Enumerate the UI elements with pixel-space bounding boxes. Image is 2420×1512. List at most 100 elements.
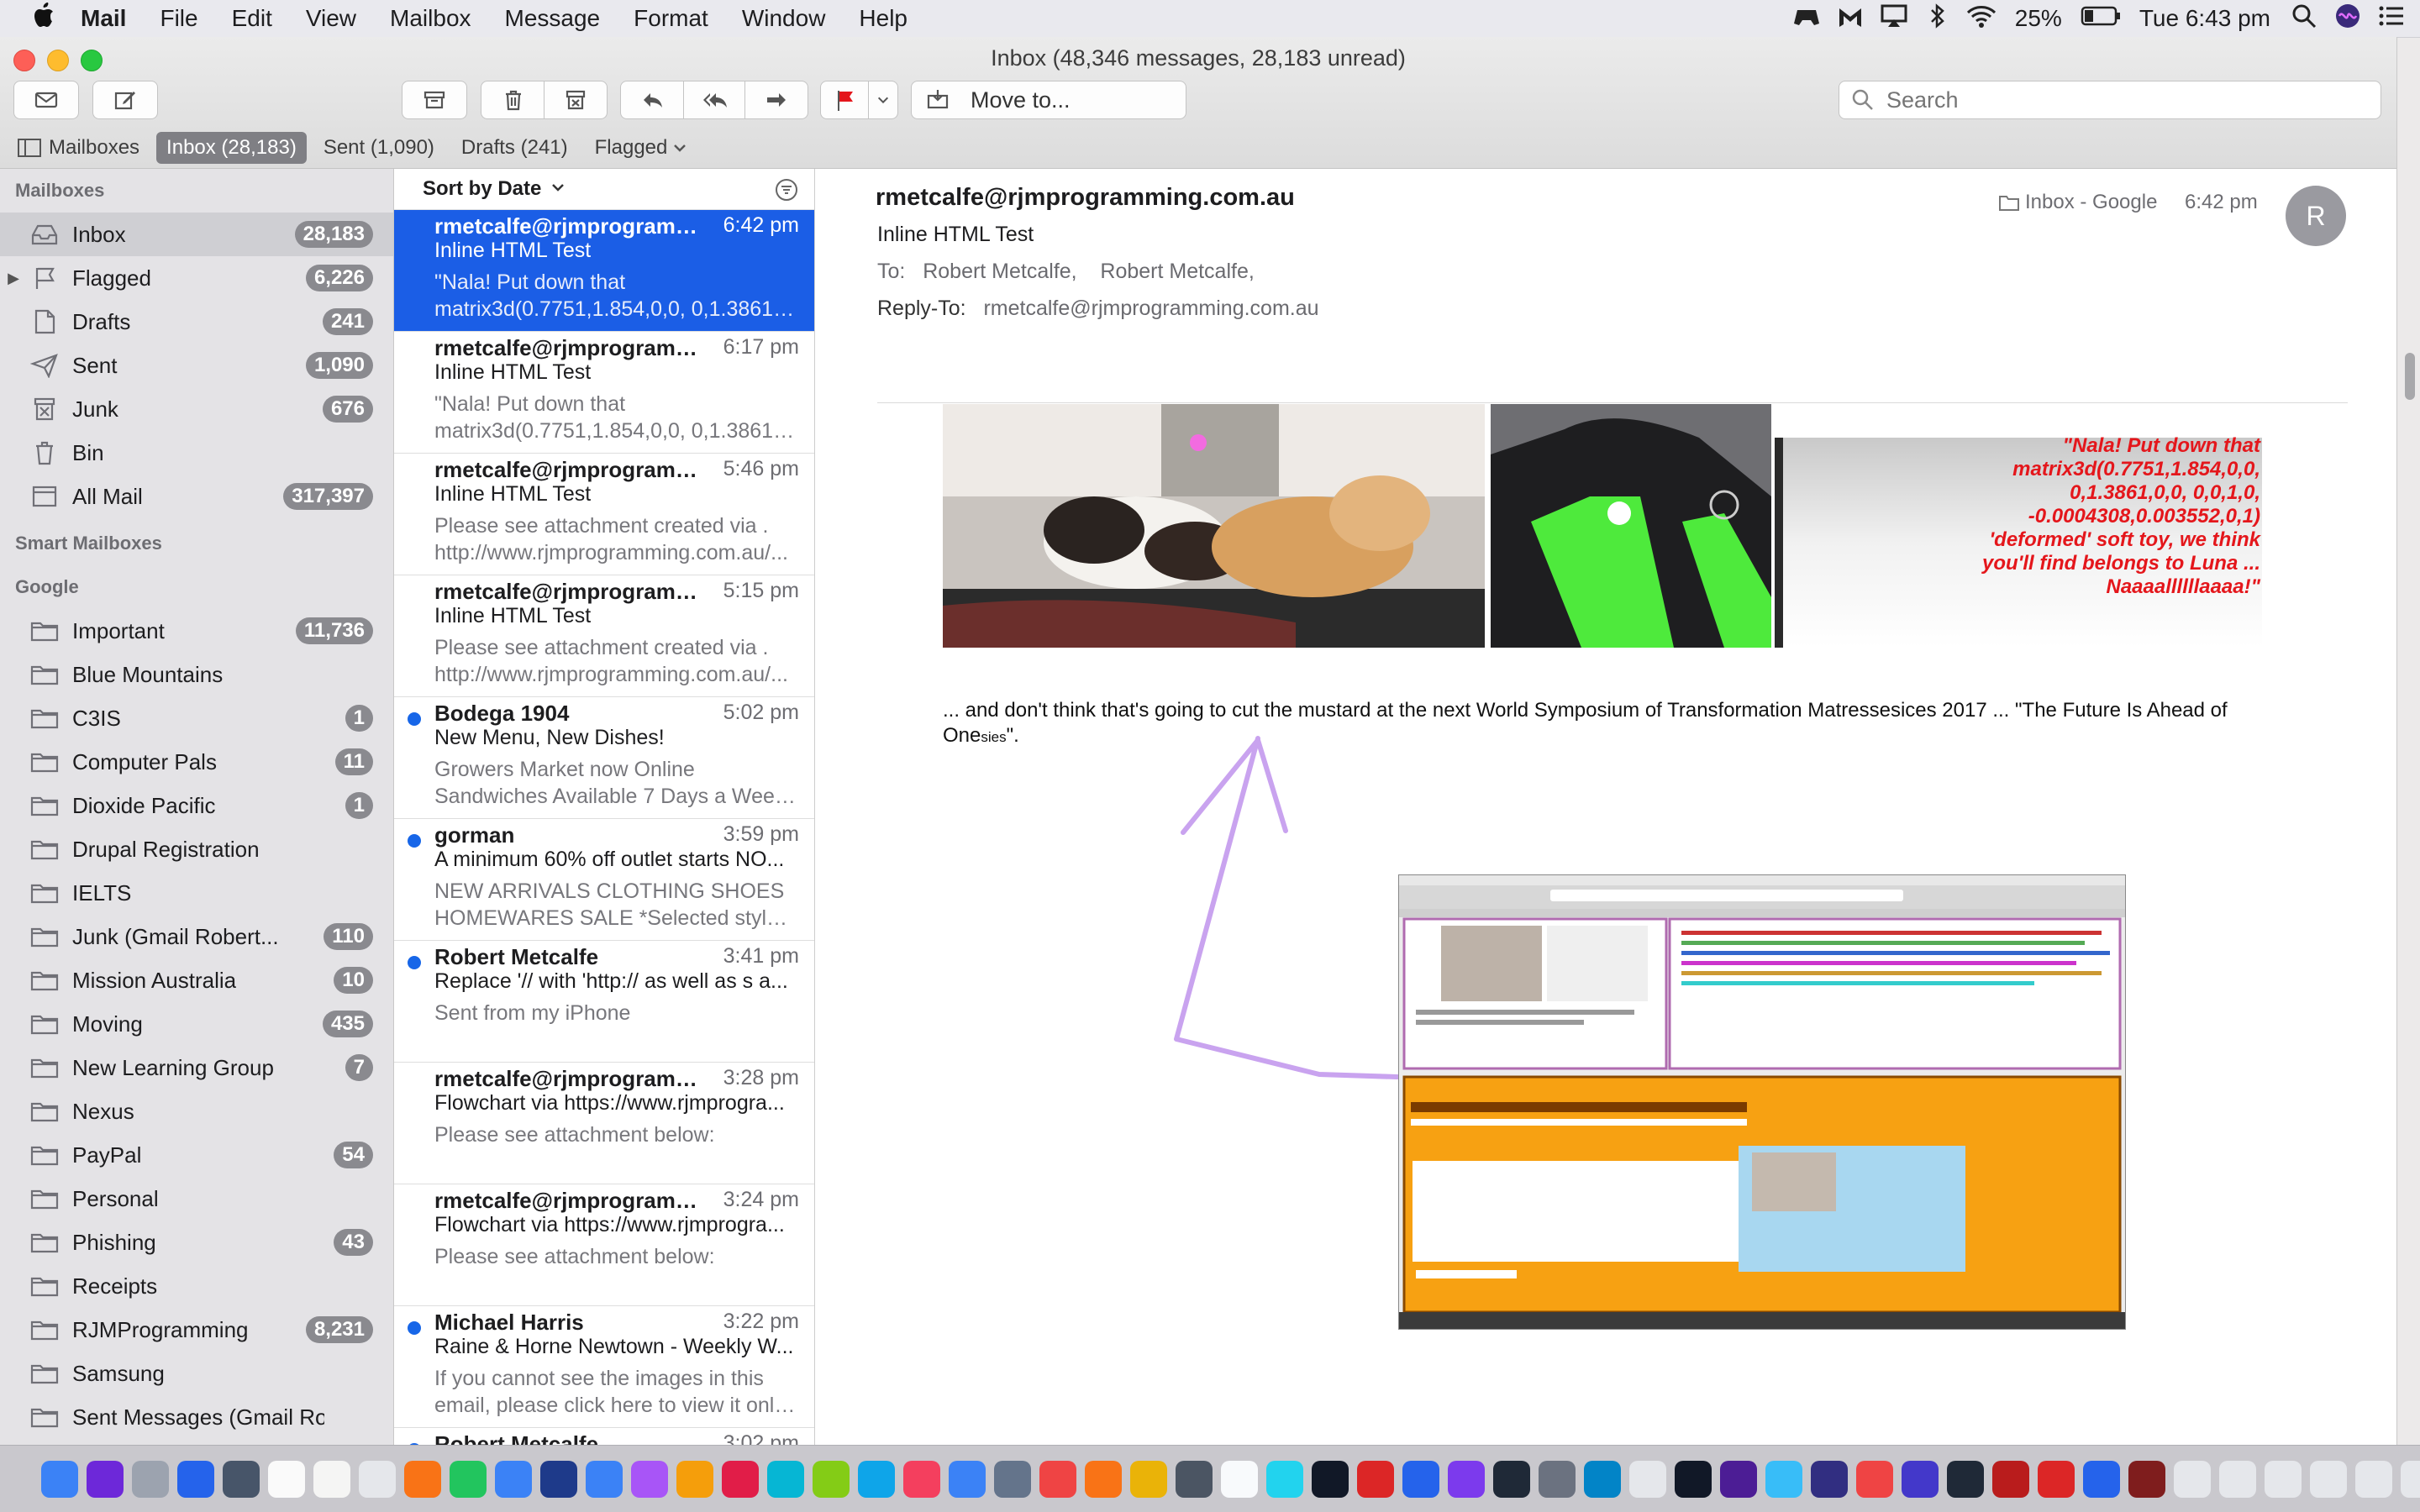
xcode-dock-icon[interactable] [1221, 1460, 1258, 1498]
app-dock-icon[interactable] [1902, 1460, 1939, 1498]
menu-message[interactable]: Message [488, 5, 618, 32]
app-dock-icon[interactable] [1947, 1460, 1984, 1498]
sidebar-item-rjmprogramming[interactable]: RJMProgramming 8,231 [0, 1308, 393, 1352]
clock[interactable]: Tue 6:43 pm [2139, 5, 2270, 32]
junk-button[interactable] [544, 81, 608, 119]
favorite-sent[interactable]: Sent (1,090) [313, 132, 445, 164]
sidebar-item-drupal-registration[interactable]: Drupal Registration [0, 827, 393, 871]
menu-window[interactable]: Window [725, 5, 843, 32]
system-preferences-dock-icon[interactable] [858, 1460, 895, 1498]
sidebar-item-dioxide-pacific[interactable]: Dioxide Pacific 1 [0, 784, 393, 827]
archive-button[interactable] [402, 81, 467, 119]
airplay-icon[interactable] [1877, 3, 1911, 34]
visual-studio-code-dock-icon[interactable] [1584, 1460, 1621, 1498]
message-list-item[interactable]: Robert Metcalfe 3:41 pm Replace '// with '… [394, 941, 814, 1063]
gimp-dock-icon[interactable] [1130, 1460, 1167, 1498]
sidebar-item-paypal[interactable]: PayPal 54 [0, 1133, 393, 1177]
sidebar-item-blue-mountains[interactable]: Blue Mountains [0, 653, 393, 696]
reply-button[interactable] [620, 81, 686, 119]
finder-dock-icon[interactable] [41, 1460, 78, 1498]
document-dock-icon[interactable] [2355, 1460, 2392, 1498]
favorite-drafts[interactable]: Drafts (241) [451, 132, 578, 164]
menu-mailbox[interactable]: Mailbox [373, 5, 487, 32]
safari-dock-icon[interactable] [177, 1460, 214, 1498]
textwrangler-dock-icon[interactable] [1176, 1460, 1213, 1498]
document-dock-icon[interactable] [2265, 1460, 2302, 1498]
sidebar-item-nexus[interactable]: Nexus [0, 1089, 393, 1133]
notes-dock-icon[interactable] [313, 1460, 350, 1498]
favorite-inbox[interactable]: Inbox (28,183) [156, 132, 307, 164]
appstore-dock-icon[interactable] [813, 1460, 850, 1498]
facetime-dock-icon[interactable] [495, 1460, 532, 1498]
message-list-item[interactable]: Michael Harris 3:22 pm Raine & Horne Newto… [394, 1306, 814, 1428]
search-field[interactable] [1839, 81, 2381, 119]
menu-help[interactable]: Help [842, 5, 924, 32]
sidebar-item-mission-australia[interactable]: Mission Australia 10 [0, 958, 393, 1002]
editor-dock-icon[interactable] [1402, 1460, 1439, 1498]
menu-view[interactable]: View [289, 5, 373, 32]
sidebar-item-inbox[interactable]: Inbox 28,183 [0, 213, 393, 256]
app-dock-icon[interactable] [2038, 1460, 2075, 1498]
siri-icon[interactable] [2331, 3, 2365, 35]
sidebar-item-important[interactable]: Important 11,736 [0, 609, 393, 653]
bluetooth-icon[interactable] [1921, 3, 1954, 34]
sidebar-item-phishing[interactable]: Phishing 43 [0, 1221, 393, 1264]
window-scrollbar[interactable] [2400, 353, 2420, 403]
filezilla-alt-dock-icon[interactable] [1675, 1460, 1712, 1498]
apple-menu-icon[interactable] [18, 3, 69, 34]
opera-dock-icon[interactable] [1085, 1460, 1122, 1498]
sidebar-item-samsung[interactable]: Samsung [0, 1352, 393, 1395]
sidebar-item-moving[interactable]: Moving 435 [0, 1002, 393, 1046]
forward-button[interactable] [744, 81, 808, 119]
message-list-item[interactable]: rmetcalfe@rjmprogrammi... 3:24 pm Flowchar… [394, 1184, 814, 1306]
mail-dock-icon[interactable] [223, 1460, 260, 1498]
sidebar-item-ielts[interactable]: IELTS [0, 871, 393, 915]
maps-dock-icon[interactable] [540, 1460, 577, 1498]
photos-dock-icon[interactable] [404, 1460, 441, 1498]
reply-all-button[interactable] [683, 81, 747, 119]
message-list-item[interactable]: Robert Metcalfe 3:02 pm [394, 1428, 814, 1445]
pages-dock-icon[interactable] [586, 1460, 623, 1498]
app-dock-icon[interactable] [1992, 1460, 2029, 1498]
document-dock-icon[interactable] [2401, 1460, 2420, 1498]
get-mail-button[interactable] [13, 81, 79, 119]
teamviewer-dock-icon[interactable] [1720, 1460, 1757, 1498]
sidebar-item-sent-messages-gmail-rob[interactable]: Sent Messages (Gmail Rob... [0, 1395, 393, 1439]
sidebar-item-personal[interactable]: Personal [0, 1177, 393, 1221]
menu-file[interactable]: File [143, 5, 214, 32]
document-dock-icon[interactable] [2219, 1460, 2256, 1498]
favorites-mailboxes-toggle[interactable]: Mailboxes [7, 132, 150, 164]
messages-dock-icon[interactable] [450, 1460, 487, 1498]
siri-dock-icon[interactable] [87, 1460, 124, 1498]
sidebar-item-receipts[interactable]: Receipts [0, 1264, 393, 1308]
sidebar-item-computer-pals[interactable]: Computer Pals 11 [0, 740, 393, 784]
app-dock-icon[interactable] [2083, 1460, 2120, 1498]
music-dock-icon[interactable] [767, 1460, 804, 1498]
flag-button[interactable] [820, 81, 871, 119]
menu-app-name[interactable]: Mail [69, 5, 143, 32]
reminders-dock-icon[interactable] [359, 1460, 396, 1498]
message-list-item[interactable]: rmetcalfe@rjmprogrammi... 5:46 pm Inline H… [394, 454, 814, 575]
launchpad-dock-icon[interactable] [132, 1460, 169, 1498]
terminal-dock-icon[interactable] [1312, 1460, 1349, 1498]
malwarebytes-icon[interactable] [1833, 3, 1867, 34]
calendar-dock-icon[interactable] [268, 1460, 305, 1498]
sidebar-item-c3is[interactable]: C3IS 1 [0, 696, 393, 740]
message-list-item[interactable]: rmetcalfe@rjmprogrammi... 3:28 pm Flowchar… [394, 1063, 814, 1184]
foldr-dock-icon[interactable] [1629, 1460, 1666, 1498]
sidebar-item-bin[interactable]: Bin [0, 431, 393, 475]
adobe-xd-dock-icon[interactable] [1493, 1460, 1530, 1498]
compose-button[interactable] [92, 81, 158, 119]
message-list-item[interactable]: rmetcalfe@rjmprogrammi... 6:17 pm Inline H… [394, 332, 814, 454]
message-list-item[interactable]: rmetcalfe@rjmprogrammi... 6:42 pm Inline H… [394, 210, 814, 332]
battery-icon[interactable] [2079, 5, 2123, 33]
menu-edit[interactable]: Edit [215, 5, 289, 32]
message-list-item[interactable]: gorman 3:59 pm A minimum 60% off outlet st… [394, 819, 814, 941]
sidebar-item-sent[interactable]: Sent 1,090 [0, 344, 393, 387]
mamp-dock-icon[interactable] [903, 1460, 940, 1498]
news-dock-icon[interactable] [722, 1460, 759, 1498]
document-dock-icon[interactable] [2128, 1460, 2165, 1498]
flash-dock-icon[interactable] [1765, 1460, 1802, 1498]
spotlight-search-icon[interactable] [2287, 3, 2321, 34]
keynote-dock-icon[interactable] [676, 1460, 713, 1498]
